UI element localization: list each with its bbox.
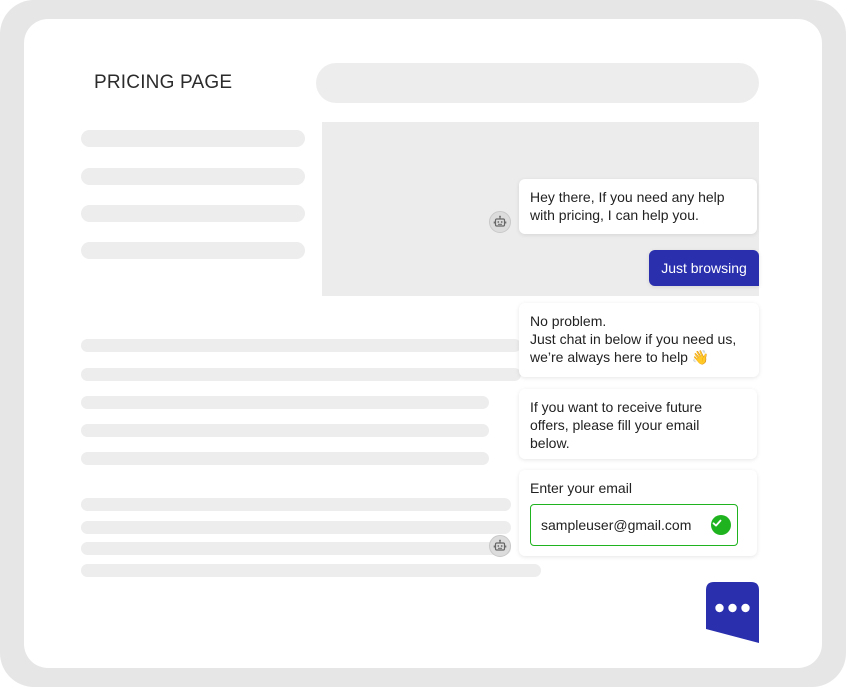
email-field[interactable]: sampleuser@gmail.com — [530, 504, 738, 546]
bot-avatar — [489, 535, 511, 557]
email-field-value: sampleuser@gmail.com — [541, 517, 692, 533]
user-message-text: Just browsing — [661, 260, 747, 276]
text-placeholder-line — [81, 452, 489, 465]
text-placeholder-line — [81, 542, 511, 555]
search-bar-placeholder[interactable] — [316, 63, 759, 103]
message-line: No problem. — [530, 313, 607, 329]
message-line: offers, please fill your email — [530, 417, 700, 433]
nav-placeholder-line — [81, 168, 305, 185]
user-message: Just browsing — [649, 250, 759, 286]
text-placeholder-line — [81, 368, 521, 381]
text-placeholder-line — [81, 521, 511, 534]
page-title: PRICING PAGE — [94, 72, 233, 93]
text-placeholder-line — [81, 396, 489, 409]
robot-icon — [493, 539, 507, 551]
text-placeholder-line — [81, 498, 511, 511]
chat-bubble-dots-icon — [706, 582, 759, 643]
bot-avatar — [489, 211, 511, 233]
text-placeholder-line — [81, 564, 541, 577]
bot-message-greeting: Hey there, If you need any help with pri… — [519, 179, 757, 234]
nav-placeholder-line — [81, 130, 305, 147]
message-line: Hey there, If you need any help — [530, 189, 725, 205]
message-line: with pricing, I can help you. — [530, 207, 699, 223]
chat-launcher-button[interactable] — [706, 582, 759, 643]
check-icon — [711, 515, 731, 535]
email-field-label: Enter your email — [530, 480, 632, 496]
message-line: below. — [530, 435, 570, 451]
text-placeholder-line — [81, 339, 521, 352]
bot-message-response: No problem. Just chat in below if you ne… — [519, 303, 759, 377]
message-line: Just chat in below if you need us, — [530, 331, 737, 347]
robot-icon — [493, 215, 507, 227]
bot-message-offer: If you want to receive future offers, pl… — [519, 389, 757, 459]
message-line: If you want to receive future — [530, 399, 702, 415]
text-placeholder-line — [81, 424, 489, 437]
message-line: we’re always here to help 👋 — [530, 349, 710, 365]
nav-placeholder-line — [81, 205, 305, 222]
nav-placeholder-line — [81, 242, 305, 259]
email-form-card: Enter your email sampleuser@gmail.com — [519, 470, 757, 556]
